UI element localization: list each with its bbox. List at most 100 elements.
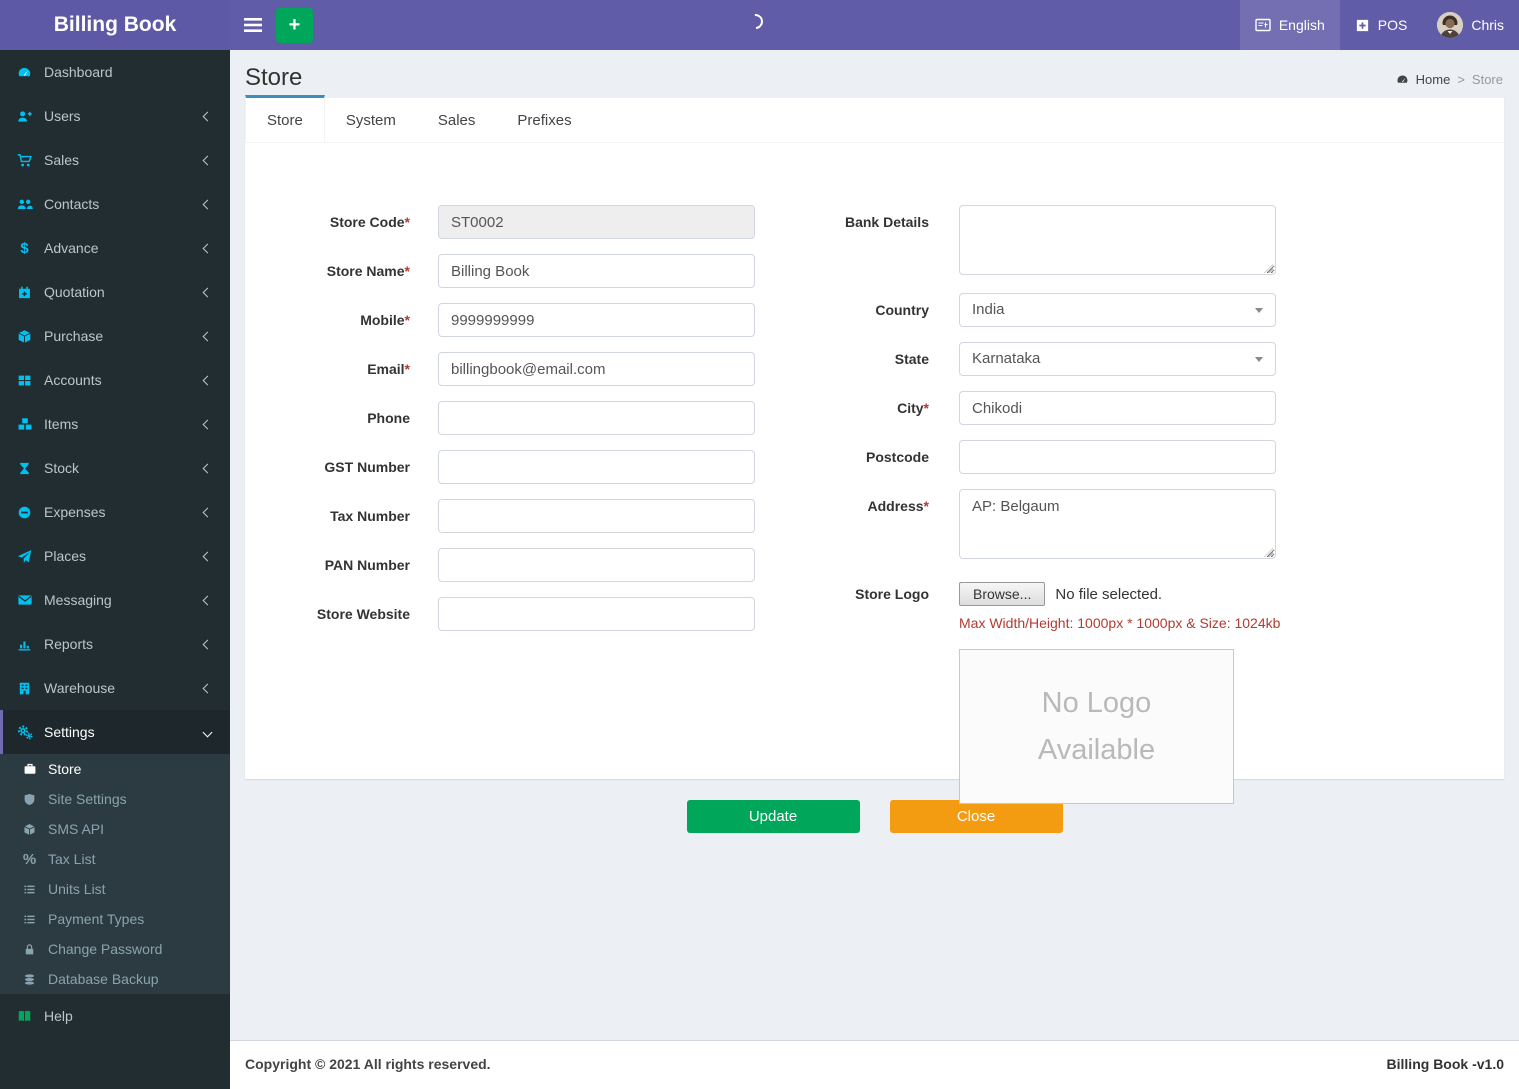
- chevron-left-icon: [202, 287, 213, 297]
- tab-system[interactable]: System: [325, 98, 417, 142]
- breadcrumb-current: Store: [1471, 72, 1503, 87]
- store-form: Store Code* Store Name* Mobile* Email* P…: [245, 143, 1504, 804]
- grid-icon: [15, 373, 34, 388]
- tab-store[interactable]: Store: [245, 95, 325, 142]
- field-pan-number: PAN Number: [245, 548, 760, 582]
- field-store-logo: Store Logo Browse... No file selected. M…: [764, 577, 1289, 804]
- tab-bar: Store System Sales Prefixes: [245, 95, 1504, 143]
- sidebar-item-settings[interactable]: Settings: [0, 710, 230, 754]
- shield-icon: [21, 793, 38, 806]
- sidebar-item-sales[interactable]: Sales: [0, 138, 230, 182]
- file-status-text: No file selected.: [1055, 585, 1163, 603]
- mobile-input[interactable]: [438, 303, 755, 337]
- gst-number-input[interactable]: [438, 450, 755, 484]
- add-new-button[interactable]: +: [276, 7, 313, 43]
- sidebar-item-contacts[interactable]: Contacts: [0, 182, 230, 226]
- language-icon: [1255, 18, 1271, 32]
- field-tax-number: Tax Number: [245, 499, 760, 533]
- chevron-down-icon: [202, 727, 213, 737]
- postcode-input[interactable]: [959, 440, 1276, 474]
- language-menu[interactable]: English: [1239, 0, 1340, 50]
- logo-size-note: Max Width/Height: 1000px * 1000px & Size…: [959, 615, 1281, 631]
- list-icon: [21, 883, 38, 896]
- plus-square-icon: [1355, 18, 1370, 33]
- field-store-name: Store Name*: [245, 254, 760, 288]
- main-content: Store Home > Store Store System Sales Pr…: [230, 50, 1519, 1089]
- field-bank-details: Bank Details: [764, 205, 1289, 278]
- submenu-item-change-password[interactable]: Change Password: [0, 934, 230, 964]
- sidebar-item-help[interactable]: Help: [0, 994, 230, 1038]
- percent-icon: %: [22, 850, 37, 868]
- store-name-input[interactable]: [438, 254, 755, 288]
- field-gst-number: GST Number: [245, 450, 760, 484]
- submenu-item-tax-list[interactable]: % Tax List: [0, 844, 230, 874]
- submenu-item-database-backup[interactable]: Database Backup: [0, 964, 230, 994]
- bank-details-textarea[interactable]: [959, 205, 1276, 275]
- submenu-item-payment-types[interactable]: Payment Types: [0, 904, 230, 934]
- users-icon: [15, 196, 34, 212]
- plus-icon: +: [288, 13, 301, 36]
- phone-input[interactable]: [438, 401, 755, 435]
- sidebar: Dashboard Users Sales Contacts $ Advance…: [0, 50, 230, 1089]
- pos-label: POS: [1377, 17, 1408, 33]
- submenu-item-sms-api[interactable]: SMS API: [0, 814, 230, 844]
- loading-spinner-icon: [744, 10, 767, 33]
- browse-button[interactable]: Browse...: [959, 582, 1046, 606]
- app-logo[interactable]: Billing Book: [0, 0, 230, 50]
- field-store-code: Store Code*: [245, 205, 760, 239]
- chevron-left-icon: [202, 243, 213, 253]
- submenu-item-units-list[interactable]: Units List: [0, 874, 230, 904]
- state-select[interactable]: Karnataka: [959, 342, 1276, 376]
- user-menu[interactable]: Chris: [1422, 0, 1519, 50]
- sidebar-item-messaging[interactable]: Messaging: [0, 578, 230, 622]
- chevron-left-icon: [202, 639, 213, 649]
- cube-icon: [21, 823, 38, 836]
- sidebar-toggle-button[interactable]: [230, 0, 276, 50]
- page-title: Store: [245, 64, 303, 91]
- sidebar-item-items[interactable]: Items: [0, 402, 230, 446]
- sidebar-item-accounts[interactable]: Accounts: [0, 358, 230, 402]
- cube-icon: [15, 329, 34, 344]
- submenu-item-site-settings[interactable]: Site Settings: [0, 784, 230, 814]
- sidebar-item-stock[interactable]: Stock: [0, 446, 230, 490]
- chevron-left-icon: [202, 595, 213, 605]
- store-code-input[interactable]: [438, 205, 755, 239]
- sidebar-item-reports[interactable]: Reports: [0, 622, 230, 666]
- sidebar-item-purchase[interactable]: Purchase: [0, 314, 230, 358]
- chevron-left-icon: [202, 507, 213, 517]
- sidebar-item-dashboard[interactable]: Dashboard: [0, 50, 230, 94]
- hourglass-icon: [15, 461, 34, 476]
- user-plus-icon: [15, 109, 34, 124]
- tab-sales[interactable]: Sales: [417, 98, 497, 142]
- country-select[interactable]: India: [959, 293, 1276, 327]
- database-icon: [21, 973, 38, 986]
- breadcrumb: Home > Store: [1396, 72, 1503, 87]
- breadcrumb-home[interactable]: Home: [1416, 72, 1451, 87]
- caret-down-icon: [1255, 307, 1263, 313]
- email-input[interactable]: [438, 352, 755, 386]
- footer: Billing Book -v1.0 Copyright © 2021 All …: [230, 1040, 1519, 1089]
- logo-placeholder: No Logo Available: [959, 649, 1234, 804]
- tab-prefixes[interactable]: Prefixes: [496, 98, 592, 142]
- chevron-left-icon: [202, 463, 213, 473]
- field-state: State Karnataka: [764, 342, 1289, 376]
- sidebar-item-users[interactable]: Users: [0, 94, 230, 138]
- sidebar-item-quotation[interactable]: Quotation: [0, 270, 230, 314]
- submenu-item-store[interactable]: Store: [0, 754, 230, 784]
- address-textarea[interactable]: AP: Belgaum: [959, 489, 1276, 559]
- list-icon: [21, 913, 38, 926]
- sidebar-item-warehouse[interactable]: Warehouse: [0, 666, 230, 710]
- briefcase-icon: [21, 762, 38, 776]
- pos-menu[interactable]: POS: [1340, 0, 1423, 50]
- sidebar-item-expenses[interactable]: Expenses: [0, 490, 230, 534]
- store-website-input[interactable]: [438, 597, 755, 631]
- sidebar-item-advance[interactable]: $ Advance: [0, 226, 230, 270]
- sidebar-item-places[interactable]: Places: [0, 534, 230, 578]
- tax-number-input[interactable]: [438, 499, 755, 533]
- pan-number-input[interactable]: [438, 548, 755, 582]
- caret-down-icon: [1255, 356, 1263, 362]
- user-name: Chris: [1471, 17, 1504, 33]
- city-input[interactable]: [959, 391, 1276, 425]
- chevron-left-icon: [202, 199, 213, 209]
- user-avatar: [1437, 12, 1464, 38]
